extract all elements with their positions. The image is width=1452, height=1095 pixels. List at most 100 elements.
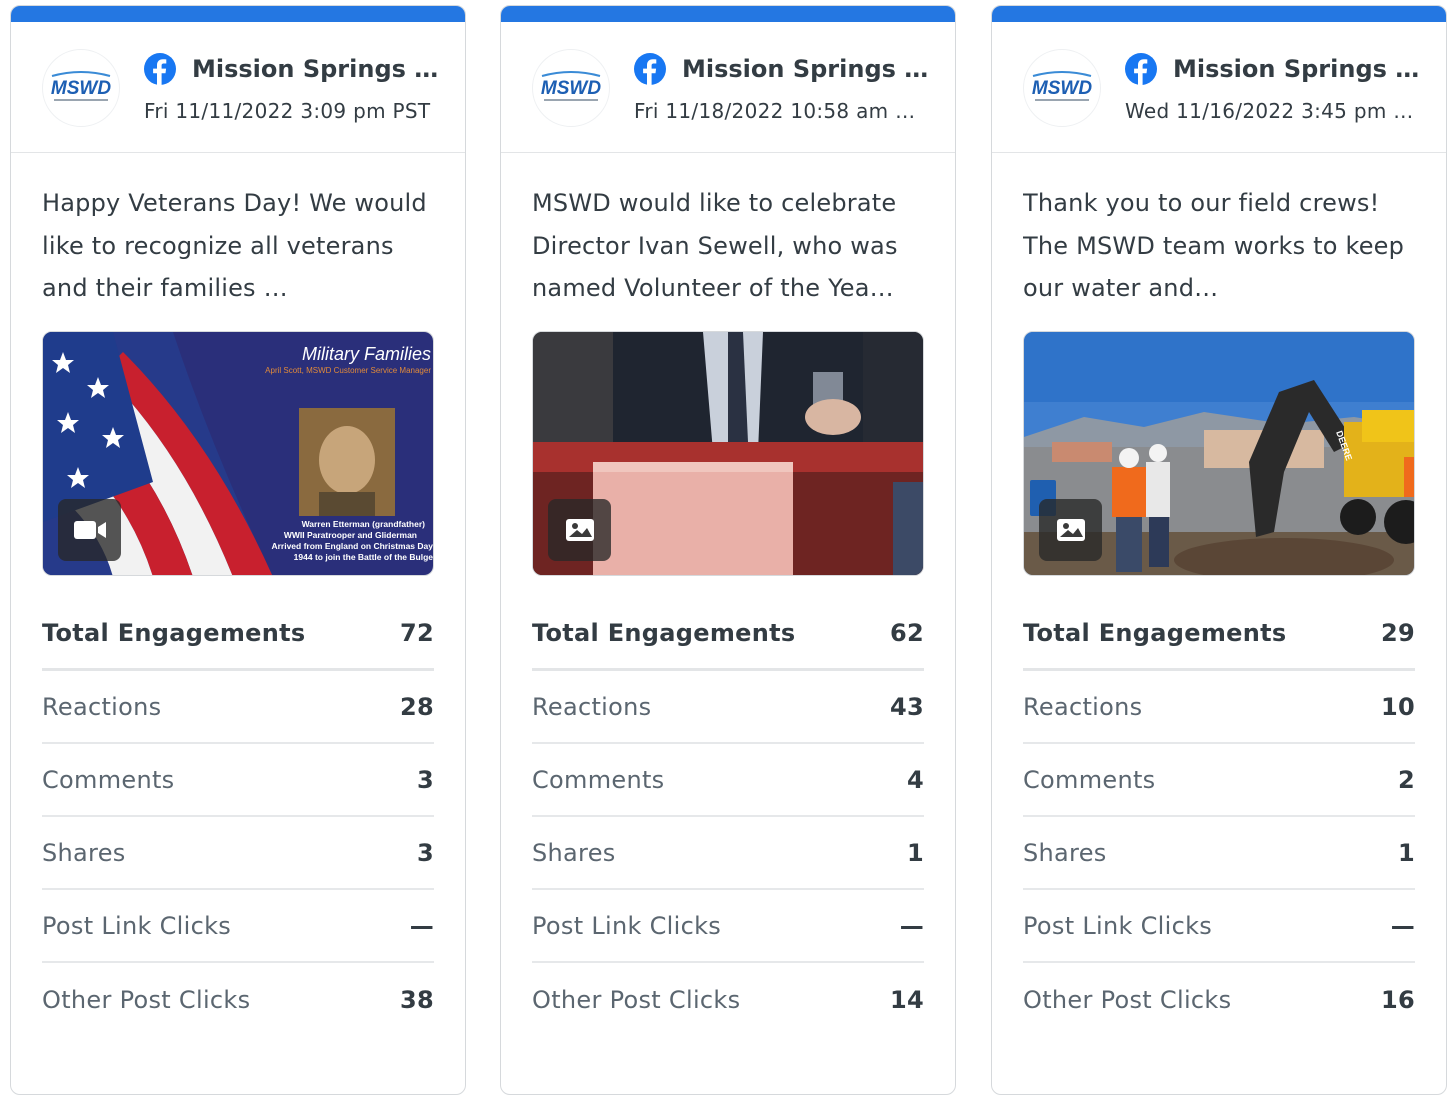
- image-icon: [1056, 519, 1085, 541]
- post-text: MSWD would like to celebrate Director Iv…: [532, 189, 898, 302]
- stat-label: Reactions: [532, 692, 652, 721]
- stat-post-link-clicks: Post Link Clicks —: [42, 890, 434, 963]
- card-accent-bar: [992, 6, 1446, 22]
- stat-label: Other Post Clicks: [42, 985, 251, 1014]
- stat-post-link-clicks: Post Link Clicks —: [532, 890, 924, 963]
- stat-value: 38: [400, 985, 434, 1014]
- post-card[interactable]: MSWD Mission Springs Water District Fri …: [10, 5, 466, 1095]
- card-accent-bar: [501, 6, 955, 22]
- post-media[interactable]: Military Families April Scott, MSWD Cust…: [42, 331, 434, 576]
- svg-text:MSWD: MSWD: [1032, 78, 1092, 99]
- stat-shares: Shares 1: [532, 817, 924, 890]
- stat-comments: Comments 4: [532, 744, 924, 817]
- page-avatar[interactable]: MSWD: [1023, 49, 1101, 127]
- video-icon: [73, 521, 106, 539]
- stat-label: Comments: [42, 765, 175, 794]
- stat-shares: Shares 3: [42, 817, 434, 890]
- stat-other-post-clicks: Other Post Clicks 38: [42, 963, 434, 1036]
- stat-value: —: [899, 911, 924, 940]
- post-header: MSWD Mission Springs Water District Fri …: [501, 22, 955, 153]
- stat-label: Shares: [1023, 838, 1107, 867]
- image-caption-4: 1944 to join the Battle of the Bulge: [294, 552, 434, 562]
- stat-label: Comments: [1023, 765, 1156, 794]
- svg-text:MSWD: MSWD: [51, 78, 111, 99]
- stat-value: 1: [907, 838, 924, 867]
- post-date: Fri 11/11/2022 3:09 pm PST: [144, 99, 431, 123]
- image-caption-1: Warren Etterman (grandfather): [302, 519, 426, 529]
- stat-value: 72: [400, 619, 434, 647]
- stat-other-post-clicks: Other Post Clicks 16: [1023, 963, 1415, 1036]
- post-card-list: MSWD Mission Springs Water District Fri …: [0, 0, 1452, 1095]
- stat-label: Reactions: [1023, 692, 1143, 721]
- mswd-logo: MSWD: [51, 71, 111, 101]
- stat-label: Total Engagements: [1023, 619, 1287, 647]
- stat-label: Other Post Clicks: [532, 985, 741, 1014]
- post-date: Fri 11/18/2022 10:58 am PST: [634, 99, 924, 123]
- stat-label: Reactions: [42, 692, 162, 721]
- stat-label: Shares: [42, 838, 126, 867]
- facebook-icon: [634, 53, 666, 85]
- image-title: Military Families: [302, 344, 431, 364]
- post-header: MSWD Mission Springs Water District Wed …: [992, 22, 1446, 153]
- post-media[interactable]: DEERE: [1023, 331, 1415, 576]
- stat-value: 3: [417, 838, 434, 867]
- stat-reactions: Reactions 43: [532, 671, 924, 744]
- stat-value: 29: [1381, 619, 1415, 647]
- svg-text:MSWD: MSWD: [541, 78, 601, 99]
- stat-reactions: Reactions 28: [42, 671, 434, 744]
- stat-value: 3: [417, 765, 434, 794]
- mswd-logo: MSWD: [1032, 71, 1092, 101]
- stat-value: —: [409, 911, 434, 940]
- engagement-stats: Total Engagements 29 Reactions 10 Commen…: [1023, 598, 1415, 1036]
- stat-label: Total Engagements: [532, 619, 796, 647]
- page-avatar[interactable]: MSWD: [532, 49, 610, 127]
- stat-label: Post Link Clicks: [1023, 911, 1213, 940]
- card-accent-bar: [11, 6, 465, 22]
- stat-label: Post Link Clicks: [42, 911, 232, 940]
- stat-value: 10: [1381, 692, 1415, 721]
- image-caption-2: WWII Paratrooper and Gliderman: [284, 530, 417, 540]
- page-name-link[interactable]: Mission Springs Water District: [1173, 53, 1425, 85]
- page-name-link[interactable]: Mission Springs Water District: [192, 53, 444, 85]
- media-type-badge: [548, 499, 611, 561]
- stat-label: Post Link Clicks: [532, 911, 722, 940]
- stat-total-engagements: Total Engagements 62: [532, 598, 924, 671]
- post-text: Thank you to our field crews! The MSWD t…: [1023, 189, 1405, 302]
- post-card[interactable]: MSWD Mission Springs Water District Wed …: [991, 5, 1447, 1095]
- page-avatar[interactable]: MSWD: [42, 49, 120, 127]
- post-media[interactable]: [532, 331, 924, 576]
- stat-value: 4: [907, 765, 924, 794]
- stat-value: 62: [890, 619, 924, 647]
- stat-total-engagements: Total Engagements 29: [1023, 598, 1415, 671]
- stat-reactions: Reactions 10: [1023, 671, 1415, 744]
- facebook-icon: [144, 53, 176, 85]
- facebook-icon: [1125, 53, 1157, 85]
- stat-value: 14: [890, 985, 924, 1014]
- stat-value: 16: [1381, 985, 1415, 1014]
- post-text: Happy Veterans Day! We would like to rec…: [42, 189, 427, 302]
- stat-value: 28: [400, 692, 434, 721]
- image-subtitle: April Scott, MSWD Customer Service Manag…: [265, 366, 431, 375]
- stat-value: —: [1390, 911, 1415, 940]
- stat-total-engagements: Total Engagements 72: [42, 598, 434, 671]
- stat-comments: Comments 2: [1023, 744, 1415, 817]
- stat-comments: Comments 3: [42, 744, 434, 817]
- image-caption-3: Arrived from England on Christmas Day: [271, 541, 433, 551]
- media-type-badge: [58, 499, 121, 561]
- stat-label: Shares: [532, 838, 616, 867]
- stat-post-link-clicks: Post Link Clicks —: [1023, 890, 1415, 963]
- image-icon: [565, 519, 594, 541]
- post-card[interactable]: MSWD Mission Springs Water District Fri …: [500, 5, 956, 1095]
- mswd-logo: MSWD: [541, 71, 601, 101]
- page-name-link[interactable]: Mission Springs Water District: [682, 53, 934, 85]
- stat-value: 2: [1398, 765, 1415, 794]
- post-header: MSWD Mission Springs Water District Fri …: [11, 22, 465, 153]
- stat-label: Comments: [532, 765, 665, 794]
- stat-label: Other Post Clicks: [1023, 985, 1232, 1014]
- stat-value: 43: [890, 692, 924, 721]
- stat-shares: Shares 1: [1023, 817, 1415, 890]
- engagement-stats: Total Engagements 72 Reactions 28 Commen…: [42, 598, 434, 1036]
- stat-other-post-clicks: Other Post Clicks 14: [532, 963, 924, 1036]
- stat-label: Total Engagements: [42, 619, 306, 647]
- stat-value: 1: [1398, 838, 1415, 867]
